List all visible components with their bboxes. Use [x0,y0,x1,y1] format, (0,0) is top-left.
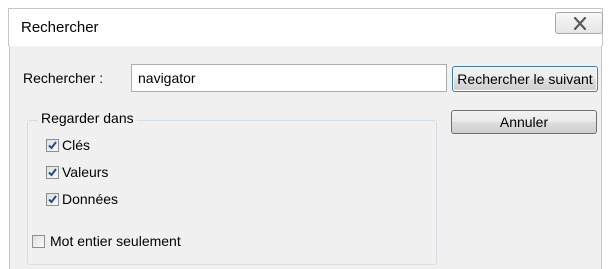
title-bar[interactable]: Rechercher [8,8,603,46]
checkmark-icon [48,168,57,177]
find-next-button[interactable]: Rechercher le suivant [452,66,598,92]
look-in-legend: Regarder dans [38,110,137,126]
cancel-button[interactable]: Annuler [451,110,597,134]
close-button[interactable] [555,12,603,34]
checkmark-icon [48,195,57,204]
keys-checkbox[interactable] [46,139,59,152]
checkmark-icon [48,141,57,150]
values-label: Valeurs [62,164,109,180]
close-icon [573,17,587,30]
data-checkbox[interactable] [46,193,59,206]
whole-word-label: Mot entier seulement [50,233,181,249]
find-dialog: Rechercher Rechercher : Rechercher le su… [0,0,609,269]
data-label: Données [62,191,119,207]
search-label: Rechercher : [23,70,104,86]
values-checkbox[interactable] [46,166,59,179]
whole-word-checkbox[interactable] [32,235,45,248]
keys-label: Clés [62,137,91,153]
search-input[interactable] [131,64,447,92]
dialog-title: Rechercher [21,19,99,36]
dialog-body: Rechercher : Rechercher le suivant Annul… [9,46,602,269]
